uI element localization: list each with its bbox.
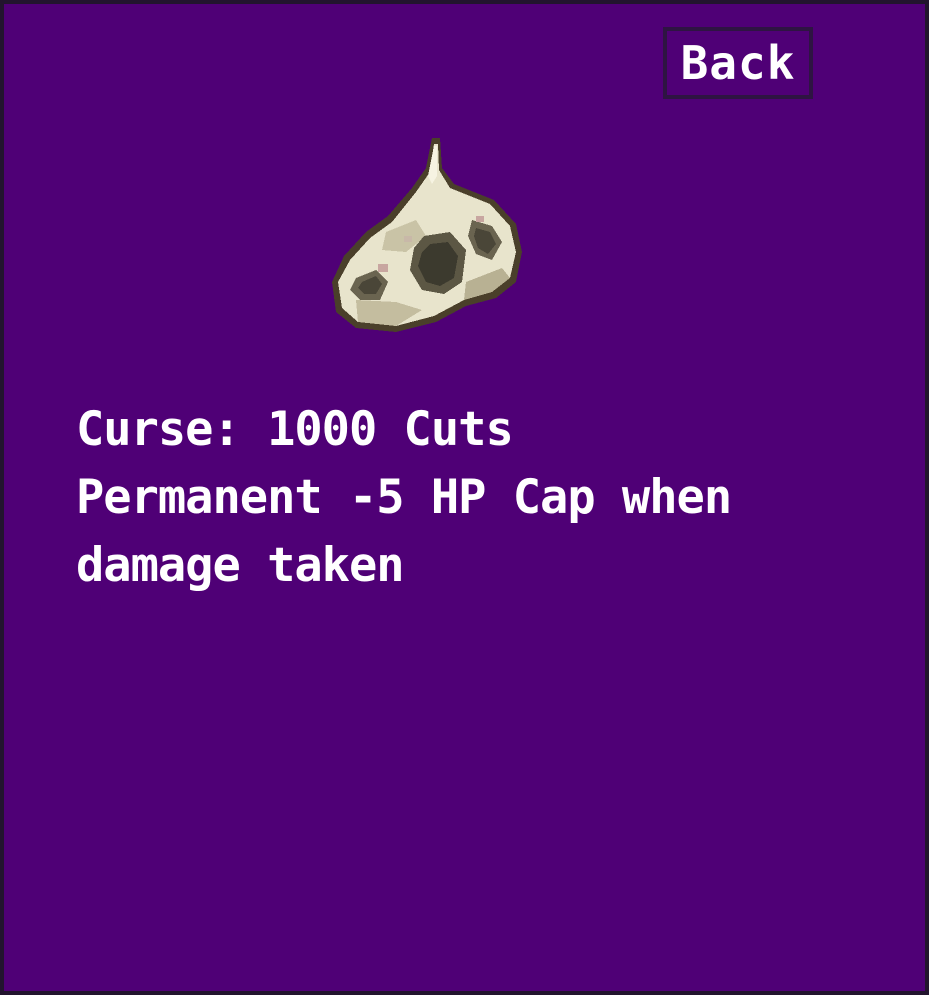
item-effect-line-2: damage taken [76, 538, 405, 593]
bone-skull-icon [326, 132, 528, 342]
item-description: Curse: 1000 Cuts Permanent -5 HP Cap whe… [76, 396, 876, 600]
item-title: Curse: 1000 Cuts [76, 402, 514, 457]
item-detail-panel: Back Curse: 1000 Cuts Permanent -5 HP Ca… [0, 0, 929, 995]
item-effect-line-1: Permanent -5 HP Cap when [76, 470, 732, 525]
back-button[interactable]: Back [663, 27, 813, 99]
